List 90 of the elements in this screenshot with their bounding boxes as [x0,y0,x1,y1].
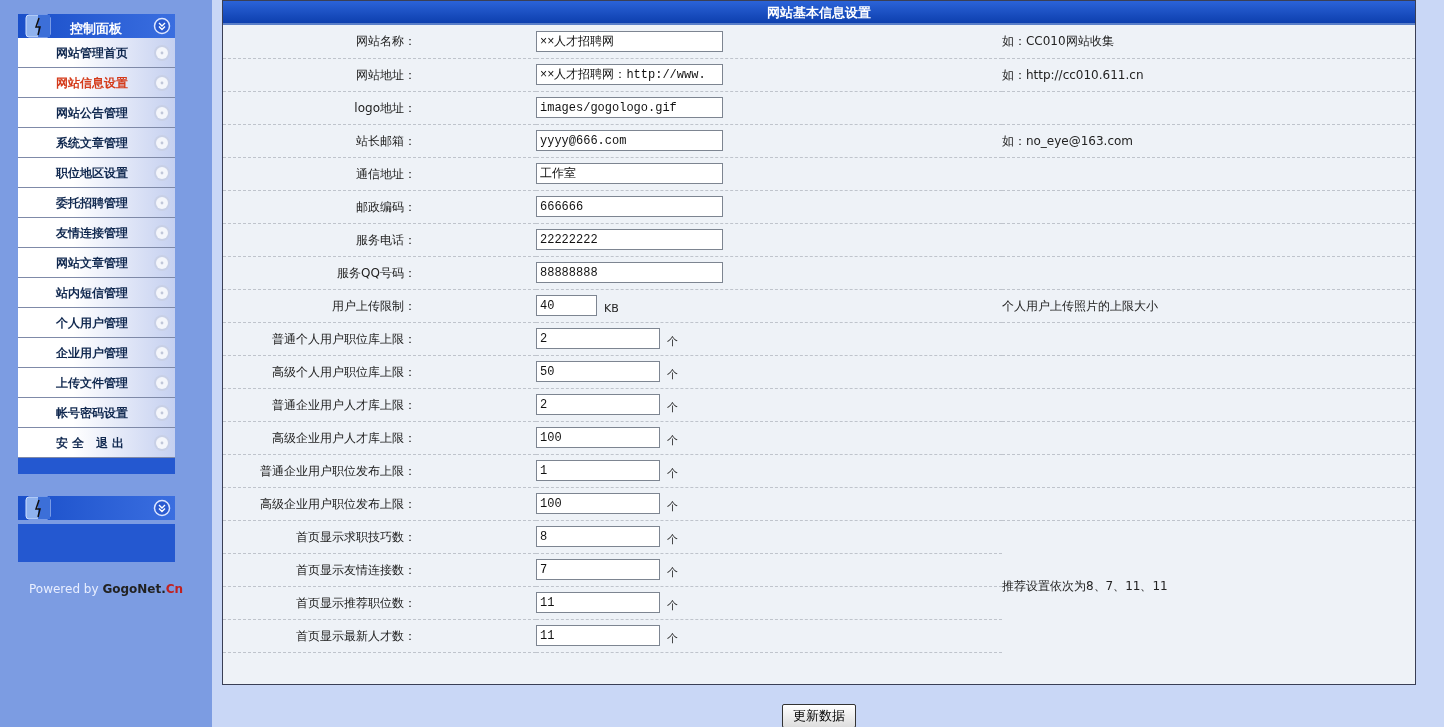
hint-text: 如：no_eye@163.com [1001,133,1134,148]
input-field[interactable]: 50 [536,361,660,382]
circle-icon [153,223,171,242]
field-label: 邮政编码： [356,199,416,214]
unit-label: KB [604,301,619,315]
field-label: 普通个人用户职位库上限： [272,331,416,346]
collapse-icon[interactable] [153,499,171,517]
sidebar-item[interactable]: 网站公告管理 [18,98,175,128]
unit-label: 个 [667,334,678,348]
field-label: 网站地址： [356,67,416,82]
circle-icon [153,43,171,62]
unit-label: 个 [667,466,678,480]
circle-icon [153,343,171,362]
circle-icon [153,193,171,212]
form-title: 网站基本信息设置 [223,1,1415,25]
field-label: 高级个人用户职位库上限： [272,364,416,379]
app-icon [24,13,54,39]
sidebar-item[interactable]: 系统文章管理 [18,128,175,158]
hint-text: 个人用户上传照片的上限大小 [1001,298,1158,313]
field-label: 首页显示最新人才数： [296,628,416,643]
input-field[interactable]: ××人才招聘网：http://www. [536,64,723,85]
field-label: 用户上传限制： [332,298,416,313]
circle-icon [153,433,171,452]
input-field[interactable]: 22222222 [536,229,723,250]
input-field[interactable]: 100 [536,427,660,448]
sidebar-item[interactable]: 个人用户管理 [18,308,175,338]
sidebar-item[interactable]: 网站管理首页 [18,38,175,68]
sidebar-item[interactable]: 委托招聘管理 [18,188,175,218]
collapse-icon[interactable] [153,17,171,35]
unit-label: 个 [667,499,678,513]
sidebar-item[interactable]: 站内短信管理 [18,278,175,308]
input-field[interactable]: 11 [536,625,660,646]
sidebar-item[interactable]: 友情连接管理 [18,218,175,248]
field-label: 高级企业用户职位发布上限： [260,496,416,511]
unit-label: 个 [667,631,678,645]
input-field[interactable]: yyyy@666.com [536,130,723,151]
sidebar-item[interactable]: 网站文章管理 [18,248,175,278]
update-button[interactable]: 更新数据 [782,704,856,727]
unit-label: 个 [667,565,678,579]
circle-icon [153,73,171,92]
field-label: 首页显示求职技巧数： [296,529,416,544]
sidebar-item[interactable]: 安 全 退 出 [18,428,175,458]
sidebar-item[interactable]: 上传文件管理 [18,368,175,398]
input-field[interactable]: 40 [536,295,597,316]
circle-icon [153,133,171,152]
input-field[interactable]: images/gogologo.gif [536,97,723,118]
unit-label: 个 [667,532,678,546]
field-label: 首页显示推荐职位数： [296,595,416,610]
powered-by-text: Powered by GogoNet.Cn [29,581,185,598]
sidebar-item[interactable]: 企业用户管理 [18,338,175,368]
unit-label: 个 [667,400,678,414]
field-label: 网站名称： [356,34,416,49]
field-label: 站长邮箱： [356,133,416,148]
unit-label: 个 [667,433,678,447]
sidebar-item[interactable]: 职位地区设置 [18,158,175,188]
sidebar-item[interactable]: 网站信息设置 [18,68,175,98]
circle-icon [153,313,171,332]
circle-icon [153,103,171,122]
input-field[interactable]: 88888888 [536,262,723,283]
field-label: 普通企业用户人才库上限： [272,397,416,412]
circle-icon [153,163,171,182]
input-field[interactable]: 2 [536,328,660,349]
unit-label: 个 [667,367,678,381]
input-field[interactable]: 11 [536,592,660,613]
input-field[interactable]: 工作室 [536,163,723,184]
input-field[interactable]: 1 [536,460,660,481]
input-field[interactable]: 2 [536,394,660,415]
field-label: 普通企业用户职位发布上限： [260,463,416,478]
field-label: 服务电话： [356,232,416,247]
field-label: 通信地址： [356,166,416,181]
field-label: 首页显示友情连接数： [296,562,416,577]
input-field[interactable]: 8 [536,526,660,547]
field-label: logo地址： [354,100,416,115]
hint-text: 如：http://cc010.611.cn [1001,67,1144,82]
panel-title: 控制面板 [70,20,122,39]
circle-icon [153,283,171,302]
field-label: 服务QQ号码： [337,265,416,280]
app-icon [24,495,54,521]
input-field[interactable]: ××人才招聘网 [536,30,723,52]
input-field[interactable]: 7 [536,559,660,580]
input-field[interactable]: 100 [536,493,660,514]
sidebar-item[interactable]: 帐号密码设置 [18,398,175,428]
circle-icon [153,253,171,272]
input-field[interactable]: 666666 [536,196,723,217]
circle-icon [153,403,171,422]
hint-text: 推荐设置依次为8、7、11、11 [1001,579,1168,594]
field-label: 高级企业用户人才库上限： [272,430,416,445]
unit-label: 个 [667,598,678,612]
circle-icon [153,373,171,392]
hint-text: 如：CC010网站收集 [1001,34,1114,49]
